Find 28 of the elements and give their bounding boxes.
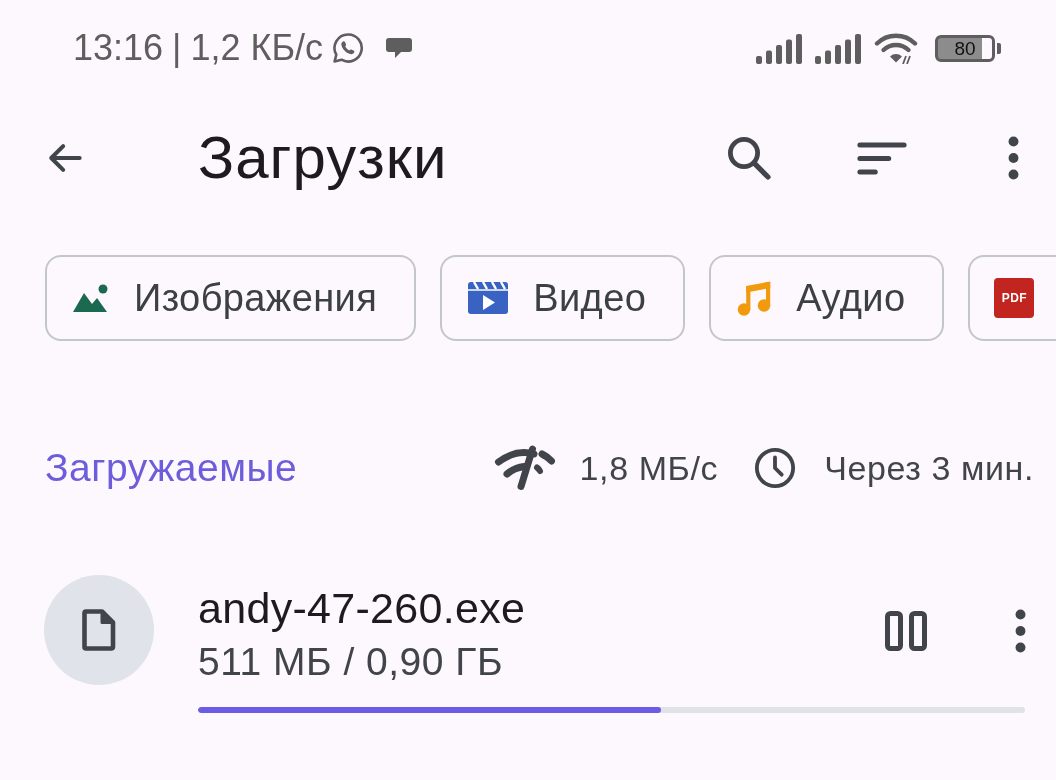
- status-time: 13:16: [73, 27, 164, 69]
- search-button[interactable]: [725, 134, 773, 182]
- more-options-button[interactable]: [1013, 609, 1027, 653]
- filter-chip[interactable]: PDF: [968, 255, 1056, 341]
- file-size: 511 МБ / 0,90 ГБ: [198, 640, 505, 684]
- clock-icon: [754, 447, 797, 489]
- wifi-icon: [874, 32, 918, 64]
- pause-button[interactable]: [885, 611, 927, 651]
- status-separator: |: [172, 27, 182, 69]
- battery-percent: 80: [954, 37, 976, 59]
- filter-chip[interactable]: Аудио: [709, 255, 945, 341]
- video-clapper-icon: [468, 282, 509, 314]
- network-speed-icon: [493, 445, 556, 491]
- phone-chat-icon: [332, 32, 365, 64]
- section-title: Загружаемые: [45, 446, 298, 490]
- filter-chip[interactable]: Видео: [440, 255, 686, 341]
- signal-icon: [756, 32, 802, 64]
- pdf-file-icon: PDF: [994, 278, 1035, 318]
- data-rate: 1,2 КБ/с: [190, 27, 324, 69]
- mountains-icon: [73, 284, 109, 312]
- music-note-icon: [737, 280, 772, 316]
- chat-bubble-icon: [385, 35, 414, 61]
- time-remaining: Через 3 мин.: [824, 448, 1034, 488]
- download-speed: 1,8 МБ/с: [579, 448, 719, 488]
- file-name: andy-47-260.exe: [198, 583, 527, 633]
- signal-icon: [815, 32, 861, 64]
- page-title: Загрузки: [198, 123, 448, 193]
- filter-chip[interactable]: Изображения: [45, 255, 417, 341]
